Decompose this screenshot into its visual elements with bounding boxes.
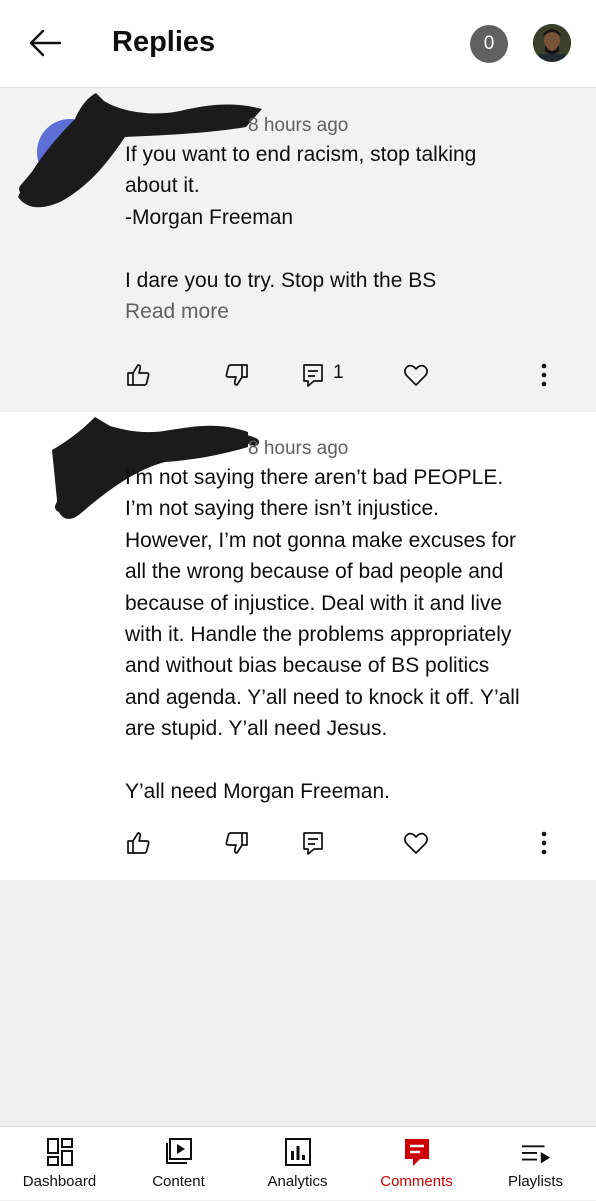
comments-icon — [405, 1139, 429, 1166]
top-app-bar: Replies 0 — [0, 0, 596, 88]
nav-content[interactable]: Content — [119, 1127, 238, 1201]
dashboard-icon — [47, 1138, 73, 1166]
content-icon — [166, 1138, 192, 1164]
read-more-link[interactable]: Read more — [125, 300, 229, 324]
more-options-icon[interactable] — [531, 362, 557, 388]
reply-text-line: -Morgan Freeman — [125, 205, 294, 229]
analytics-icon — [285, 1138, 311, 1166]
reply-text-line: Y’all need Morgan Freeman. — [125, 780, 390, 804]
notification-badge[interactable]: 0 — [470, 25, 508, 63]
reply-text-line: I’m not saying there aren’t bad PEOPLE. — [125, 466, 504, 489]
nav-label: Playlists — [507, 1173, 563, 1190]
reply-comment-icon[interactable] — [300, 362, 326, 388]
bottom-navigation: Dashboard Content Analytics Comments Pla… — [0, 1126, 596, 1200]
nav-dashboard[interactable]: Dashboard — [0, 1127, 119, 1201]
reply-text: If you want to end racism, stop talking … — [125, 139, 545, 296]
nav-comments[interactable]: Comments — [357, 1127, 476, 1201]
reply-text-line: I dare you to try. Stop with the BS — [125, 268, 437, 292]
more-options-icon[interactable] — [531, 830, 557, 856]
reply-text-line: about it. — [125, 174, 200, 198]
user-avatar[interactable] — [533, 24, 571, 62]
reply-timestamp: 8 hours ago — [248, 438, 349, 459]
reply-text-line: because of injustice. Deal with it and l… — [125, 591, 503, 615]
reply-text-line: are stupid. Y’all need Jesus. — [125, 717, 388, 741]
nav-playlists[interactable]: Playlists — [476, 1127, 595, 1201]
nav-label: Analytics — [267, 1173, 328, 1190]
thumbs-down-icon[interactable] — [224, 362, 250, 388]
reply-card: 8 hours ago If you want to end racism, s… — [0, 89, 596, 411]
reply-actions: 1 — [0, 354, 596, 394]
reply-count: 1 — [333, 362, 344, 383]
arrow-left-icon[interactable] — [28, 28, 62, 58]
heart-icon[interactable] — [403, 362, 429, 388]
reply-card: 8 hours ago I’m not saying there aren’t … — [0, 412, 596, 880]
reply-comment-icon[interactable] — [300, 830, 326, 856]
reply-text-line: all the wrong because of bad people and — [125, 560, 504, 584]
heart-icon[interactable] — [403, 830, 429, 856]
reply-actions — [0, 822, 596, 862]
nav-label: Comments — [380, 1173, 453, 1190]
reply-text-line: and agenda. Y’all need to knock it off. … — [125, 685, 520, 709]
thumbs-up-icon[interactable] — [125, 830, 151, 856]
nav-analytics[interactable]: Analytics — [238, 1127, 357, 1201]
page-title: Replies — [112, 26, 216, 58]
reply-timestamp: 8 hours ago — [248, 115, 349, 136]
reply-text-line: and without bias because of BS politics — [125, 654, 490, 678]
thumbs-down-icon[interactable] — [224, 830, 250, 856]
reply-text-line: I’m not saying there isn’t injustice. — [125, 497, 439, 521]
nav-label: Content — [152, 1173, 205, 1190]
reply-text-line: If you want to end racism, stop talking — [125, 143, 477, 166]
reply-text: I’m not saying there aren’t bad PEOPLE. … — [125, 462, 545, 807]
playlists-icon — [521, 1145, 551, 1164]
reply-text-line: with it. Handle the problems appropriate… — [125, 623, 512, 647]
nav-label: Dashboard — [22, 1173, 97, 1190]
thumbs-up-icon[interactable] — [125, 362, 151, 388]
reply-text-line: However, I’m not gonna make excuses for — [125, 528, 517, 552]
avatar-image — [533, 24, 571, 62]
